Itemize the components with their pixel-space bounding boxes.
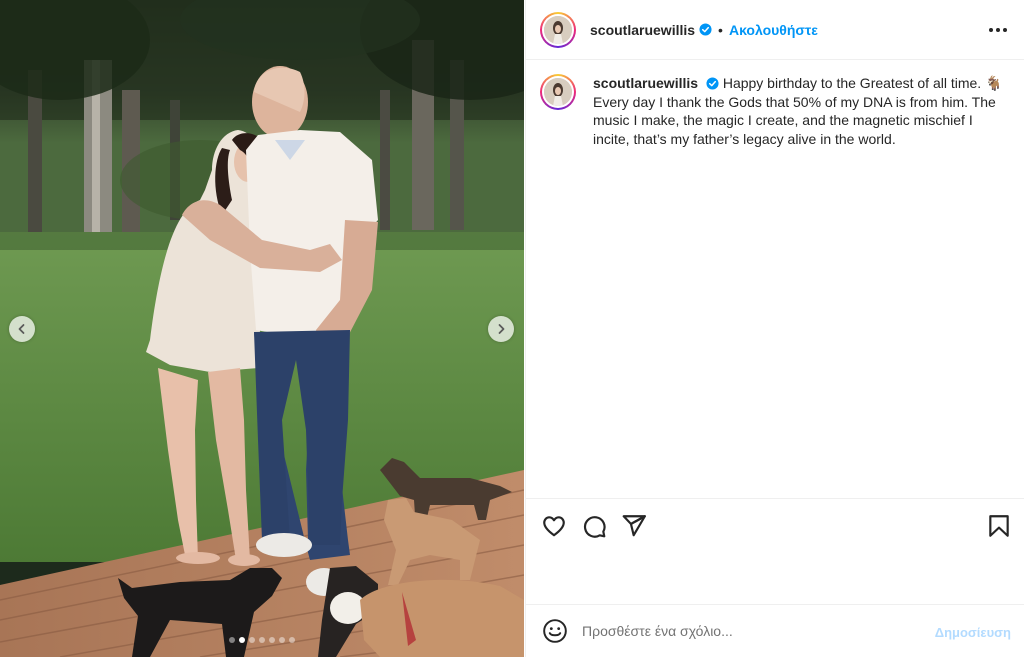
carousel-dot — [239, 637, 245, 643]
carousel-indicator — [0, 637, 524, 643]
carousel-dot — [279, 637, 285, 643]
verified-badge-icon — [699, 23, 712, 36]
post-sidebar: scoutlaruewillis • Ακολουθήστε scoutlaru… — [525, 0, 1024, 657]
post-photo — [0, 0, 524, 657]
follow-button[interactable]: Ακολουθήστε — [729, 22, 818, 38]
share-button[interactable] — [621, 513, 647, 539]
comment-button[interactable] — [581, 513, 607, 539]
carousel-dot — [269, 637, 275, 643]
carousel-dot — [289, 637, 295, 643]
paper-plane-icon — [622, 515, 646, 537]
chevron-right-icon — [498, 324, 505, 334]
caption-username[interactable]: scoutlaruewillis — [593, 75, 698, 91]
avatar-image — [544, 15, 572, 44]
post-media[interactable] — [0, 0, 524, 657]
verified-badge-icon — [706, 77, 719, 90]
carousel-dot — [229, 637, 235, 643]
like-button[interactable] — [541, 513, 567, 539]
carousel-prev-button[interactable] — [9, 316, 35, 342]
comment-bar: Δημοσίευση — [526, 604, 1024, 657]
carousel-dot — [259, 637, 265, 643]
emoji-smiley-icon[interactable] — [542, 618, 568, 644]
action-bar — [526, 498, 1024, 604]
avatar[interactable] — [540, 11, 576, 48]
comment-bubble-icon — [583, 516, 606, 538]
header-username[interactable]: scoutlaruewillis — [590, 22, 695, 38]
post-caption: scoutlaruewillis Happy birthday to the G… — [540, 74, 1010, 148]
post-header: scoutlaruewillis • Ακολουθήστε — [526, 0, 1024, 60]
more-options-icon — [989, 28, 993, 32]
more-options-button[interactable] — [987, 22, 1009, 38]
save-button[interactable] — [986, 513, 1012, 539]
comment-input[interactable] — [582, 623, 912, 639]
post-comment-button[interactable]: Δημοσίευση — [935, 625, 1011, 640]
carousel-dot — [249, 637, 255, 643]
caption-body: scoutlaruewillis Happy birthday to the G… — [593, 74, 1009, 148]
bookmark-icon — [989, 515, 1009, 537]
carousel-next-button[interactable] — [488, 316, 514, 342]
header-separator: • — [718, 21, 723, 38]
chevron-left-icon — [18, 324, 25, 334]
caption-avatar[interactable] — [540, 74, 576, 110]
heart-icon — [543, 516, 565, 537]
avatar-image — [544, 78, 572, 106]
